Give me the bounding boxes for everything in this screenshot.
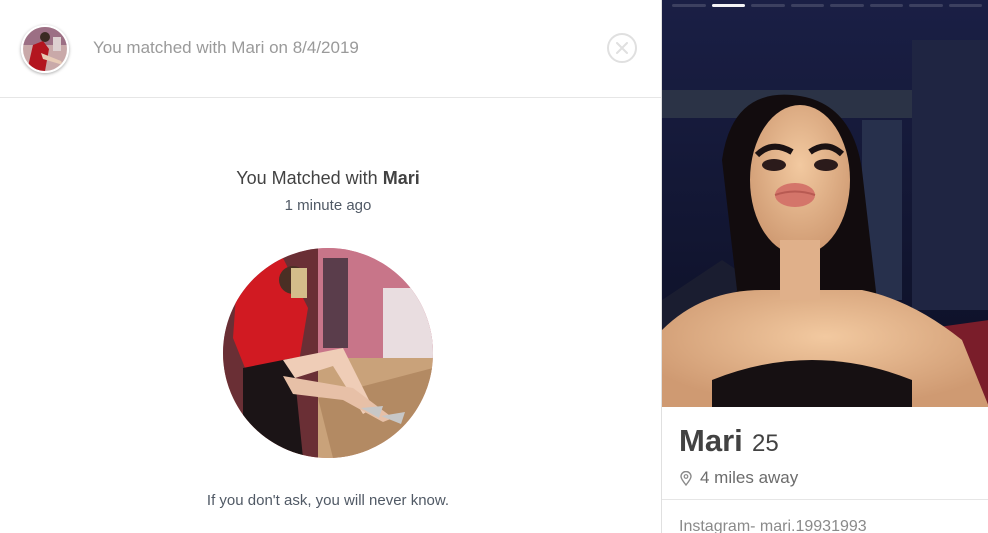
match-title-prefix: You Matched with [236, 168, 383, 188]
location-pin-icon [680, 470, 692, 486]
close-button[interactable] [607, 33, 637, 63]
photo-tab[interactable] [869, 4, 903, 7]
close-icon [616, 42, 628, 54]
chat-panel: You matched with Mari on 8/4/2019 You Ma… [0, 0, 661, 533]
profile-name: Mari [679, 423, 743, 458]
profile-bio: Instagram- mari.19931993 [679, 518, 867, 533]
avatar[interactable] [21, 25, 69, 73]
photo-tab[interactable] [948, 4, 982, 7]
match-bio: If you don't ask, you will never know. [206, 492, 450, 509]
photo-tab[interactable] [909, 4, 943, 7]
location-row: 4 miles away [680, 467, 798, 489]
match-title-name: Mari [382, 168, 420, 188]
match-time: 1 minute ago [284, 197, 372, 214]
photo-tab[interactable] [672, 4, 706, 7]
photo-tab[interactable] [751, 4, 785, 7]
photo-tab[interactable] [830, 4, 864, 7]
profile-age: 25 [752, 430, 779, 457]
divider [662, 499, 988, 500]
photo-progress-tabs [672, 4, 982, 8]
profile-panel: Mari 25 4 miles away Instagram- mari.199… [661, 0, 988, 533]
distance-text: 4 miles away [700, 468, 799, 487]
match-title: You Matched with Mari [0, 168, 656, 189]
chat-header: You matched with Mari on 8/4/2019 [0, 0, 661, 98]
photo-tab[interactable] [790, 4, 824, 7]
match-header-text: You matched with Mari on 8/4/2019 [93, 38, 359, 57]
photo-tab-active[interactable] [711, 4, 745, 7]
profile-photo[interactable] [662, 0, 988, 407]
match-photo[interactable] [223, 248, 433, 458]
